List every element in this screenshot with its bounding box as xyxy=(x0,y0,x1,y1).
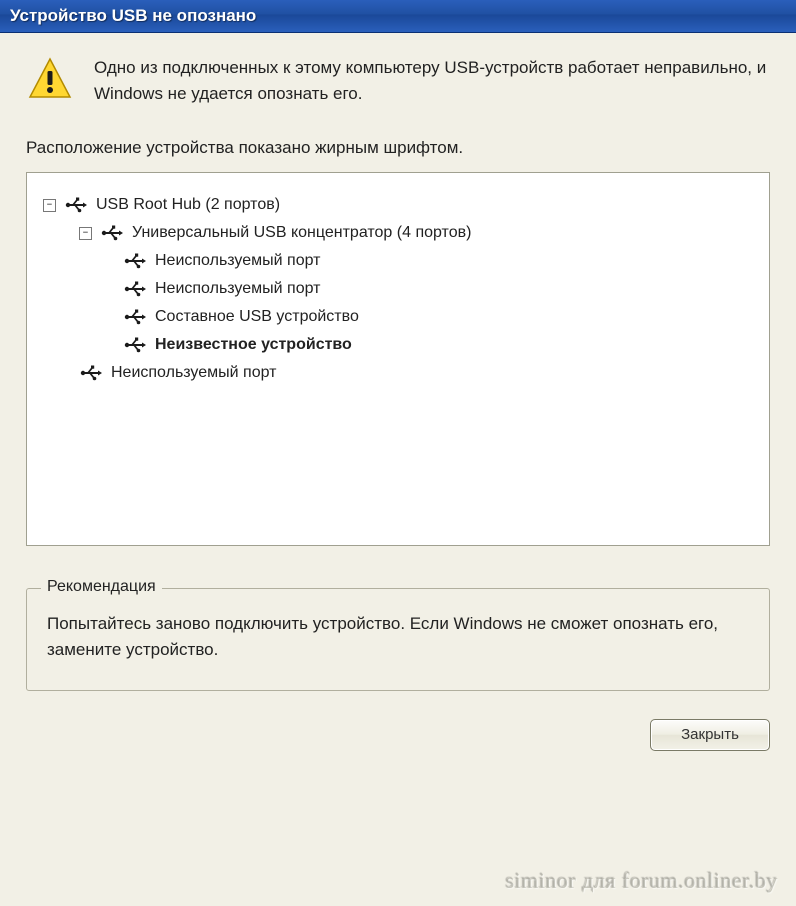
hint-text: Расположение устройства показано жирным … xyxy=(26,138,770,158)
device-tree: − USB Root Hub (2 портов) − Универсальны… xyxy=(26,172,770,546)
info-text: Одно из подключенных к этому компьютеру … xyxy=(94,55,770,106)
tree-label: Универсальный USB концентратор (4 портов… xyxy=(132,219,471,247)
dialog-body: Одно из подключенных к этому компьютеру … xyxy=(0,33,796,906)
tree-leaf[interactable]: Составное USB устройство xyxy=(43,303,753,331)
usb-icon xyxy=(123,252,147,270)
tree-leaf-unknown[interactable]: Неизвестное устройство xyxy=(43,331,753,359)
tree-label: Составное USB устройство xyxy=(155,303,359,331)
tree-leaf[interactable]: Неиспользуемый порт xyxy=(43,247,753,275)
usb-icon xyxy=(123,336,147,354)
tree-hub[interactable]: − Универсальный USB концентратор (4 порт… xyxy=(43,219,753,247)
tree-leaf[interactable]: Неиспользуемый порт xyxy=(43,275,753,303)
tree-label: Неиспользуемый порт xyxy=(111,359,276,387)
window-title: Устройство USB не опознано xyxy=(10,6,256,26)
usb-icon xyxy=(79,364,103,382)
usb-icon xyxy=(64,196,88,214)
tree-label: USB Root Hub (2 портов) xyxy=(96,191,280,219)
recommendation-box: Рекомендация Попытайтесь заново подключи… xyxy=(26,588,770,691)
usb-icon xyxy=(100,224,124,242)
titlebar: Устройство USB не опознано xyxy=(0,0,796,33)
usb-icon xyxy=(123,308,147,326)
tree-leaf[interactable]: Неиспользуемый порт xyxy=(43,359,753,387)
collapse-icon[interactable]: − xyxy=(79,227,92,240)
tree-label: Неиспользуемый порт xyxy=(155,247,320,275)
tree-label: Неиспользуемый порт xyxy=(155,275,320,303)
collapse-icon[interactable]: − xyxy=(43,199,56,212)
warning-icon xyxy=(26,55,74,108)
recommendation-legend: Рекомендация xyxy=(41,578,162,596)
recommendation-text: Попытайтесь заново подключить устройство… xyxy=(47,611,749,664)
usb-icon xyxy=(123,280,147,298)
tree-label: Неизвестное устройство xyxy=(155,331,352,359)
tree-root[interactable]: − USB Root Hub (2 портов) xyxy=(43,191,753,219)
close-button[interactable]: Закрыть xyxy=(650,719,770,751)
